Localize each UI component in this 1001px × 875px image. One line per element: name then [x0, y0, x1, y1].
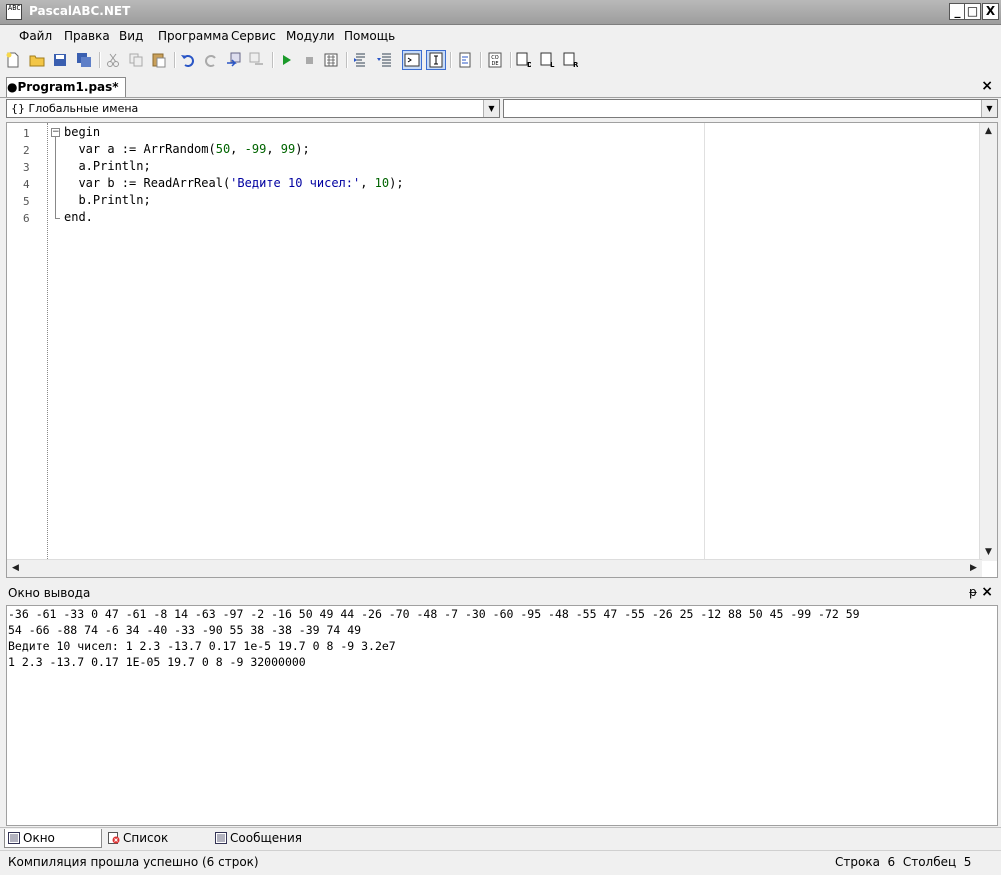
close-document-icon[interactable]: × [981, 78, 993, 94]
bottom-tab-strip: Окно вывода Список ошибок Сообщения комп… [0, 827, 1001, 863]
menu-modules[interactable]: Модули [286, 29, 335, 43]
code-line-3: a.Println; [64, 159, 151, 173]
toolbar: CO DE D L R [0, 48, 1001, 74]
menu-view[interactable]: Вид [119, 29, 143, 43]
line-number: 4 [23, 178, 30, 191]
status-message: Компиляция прошла успешно (6 строк) [8, 855, 259, 869]
step-into-icon[interactable] [375, 51, 393, 69]
title-bar[interactable]: ABC PascalABC.NET _ □ X [0, 0, 1001, 25]
tab-error-list[interactable]: Список ошибок [105, 829, 213, 863]
tab-output-window[interactable]: Окно вывода [4, 829, 102, 863]
line-number: 5 [23, 195, 30, 208]
undo-icon[interactable] [179, 51, 197, 69]
cursor-position: Строка 6 Столбец 5 [835, 855, 972, 869]
output-window[interactable]: -36 -61 -33 0 47 -61 -8 14 -63 -97 -2 -1… [6, 605, 998, 826]
svg-text:R: R [573, 61, 578, 68]
scope-dropdown-value: {} Глобальные имена [11, 102, 139, 115]
open-folder-icon[interactable] [28, 51, 46, 69]
vertical-scrollbar[interactable]: ▲ ▼ [979, 123, 997, 561]
console-icon[interactable] [402, 50, 422, 70]
output-line: 1 2.3 -13.7 0.17 1E-05 19.7 0 8 -9 32000… [8, 655, 306, 669]
scroll-right-icon[interactable]: ▶ [966, 561, 981, 576]
redo-icon[interactable] [202, 51, 220, 69]
paste-icon[interactable] [150, 51, 168, 69]
format-icon[interactable] [456, 51, 474, 69]
status-bar: Компиляция прошла успешно (6 строк) Стро… [0, 850, 1001, 875]
menu-help[interactable]: Помощь [344, 29, 395, 43]
code-line-1: begin [64, 125, 101, 139]
close-output-icon[interactable]: × [981, 584, 993, 600]
app-icon[interactable]: ABC [6, 4, 22, 20]
debug-window-icon[interactable] [426, 50, 446, 70]
scroll-up-icon[interactable]: ▲ [981, 124, 996, 139]
window-title: PascalABC.NET [29, 4, 131, 18]
line-number: 3 [23, 161, 30, 174]
chevron-down-icon[interactable]: ▼ [483, 100, 499, 117]
reference-d-icon[interactable]: D [514, 51, 532, 69]
document-tab-strip: ●Program1.pas* × [0, 75, 1001, 98]
output-line: -36 -61 -33 0 47 -61 -8 14 -63 -97 -2 -1… [8, 607, 860, 621]
pin-icon[interactable]: ᵽ [969, 585, 977, 599]
output-line: 54 -66 -88 74 -6 34 -40 -33 -90 55 38 -3… [8, 623, 362, 637]
copy-icon[interactable] [127, 51, 145, 69]
svg-text:DE: DE [491, 61, 498, 67]
menu-program[interactable]: Программа [158, 29, 229, 43]
menu-edit[interactable]: Правка [64, 29, 110, 43]
output-panel-title: Окно вывода [8, 586, 91, 600]
code-editor[interactable]: 1 2 3 4 5 6 − begin var a := ArrRandom(5… [6, 122, 998, 578]
code-line-4: var b := ReadArrReal('Ведите 10 чисел:',… [64, 176, 404, 190]
chevron-down-icon[interactable]: ▼ [981, 100, 997, 117]
navigate-back-icon[interactable] [225, 51, 243, 69]
reference-l-icon[interactable]: L [538, 51, 556, 69]
horizontal-scrollbar[interactable]: ◀ ▶ [7, 559, 982, 577]
svg-text:L: L [550, 61, 555, 68]
line-number: 2 [23, 144, 30, 157]
member-dropdown[interactable]: ▼ [503, 99, 998, 118]
tab-compiler-messages[interactable]: Сообщения компилятора [212, 829, 372, 863]
compiler-messages-icon [215, 832, 227, 844]
cut-icon[interactable] [104, 51, 122, 69]
output-panel-header: Окно вывода ᵽ × [0, 583, 1001, 604]
navigation-bar: {} Глобальные имена ▼ ▼ [0, 98, 1001, 120]
stop-icon[interactable] [300, 51, 318, 69]
output-window-icon [8, 832, 20, 844]
menu-file[interactable]: Файл [19, 29, 52, 43]
save-icon[interactable] [51, 51, 69, 69]
step-icon[interactable] [352, 51, 370, 69]
save-all-icon[interactable] [75, 51, 93, 69]
close-window-button[interactable]: X [982, 3, 999, 20]
menu-bar: Файл Правка Вид Программа Сервис Модули … [0, 25, 1001, 47]
scope-dropdown[interactable]: {} Глобальные имена ▼ [6, 99, 500, 118]
line-number-gutter: 1 2 3 4 5 6 [7, 123, 47, 561]
error-list-icon [108, 832, 120, 844]
maximize-button[interactable]: □ [964, 3, 981, 20]
menu-service[interactable]: Сервис [231, 29, 276, 43]
code-template-icon[interactable]: CO DE [486, 51, 504, 69]
fold-toggle-icon[interactable]: − [51, 128, 60, 137]
code-line-5: b.Println; [64, 193, 151, 207]
navigate-forward-icon[interactable] [248, 51, 266, 69]
compile-icon[interactable] [322, 51, 340, 69]
right-margin-line [704, 123, 705, 561]
scroll-down-icon[interactable]: ▼ [981, 545, 996, 560]
line-number: 1 [23, 127, 30, 140]
run-icon[interactable] [277, 51, 295, 69]
tab-program1[interactable]: ●Program1.pas* [6, 77, 126, 97]
output-line: Ведите 10 чисел: 1 2.3 -13.7 0.17 1e-5 1… [8, 639, 396, 653]
line-number: 6 [23, 212, 30, 225]
svg-text:D: D [527, 61, 531, 68]
scroll-left-icon[interactable]: ◀ [8, 561, 23, 576]
code-line-2: var a := ArrRandom(50, -99, 99); [64, 142, 310, 156]
reference-r-icon[interactable]: R [561, 51, 579, 69]
code-line-6: end. [64, 210, 93, 224]
new-file-icon[interactable] [4, 51, 22, 69]
